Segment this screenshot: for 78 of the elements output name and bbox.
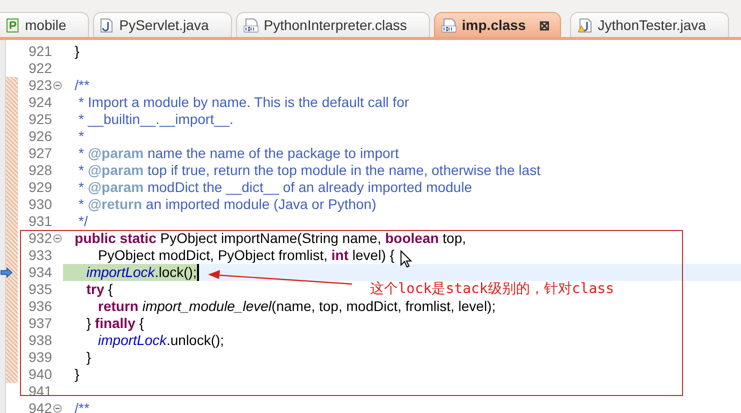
code-text: }: [74, 366, 80, 382]
code-text: * __builtin__.__import__.: [78, 111, 234, 127]
code-text: }: [74, 43, 80, 59]
line-number: 942: [28, 400, 52, 413]
code-text: importLock: [85, 264, 155, 280]
line-number: 930: [28, 196, 52, 213]
line-number: 940: [28, 366, 52, 383]
code-text: /**: [74, 400, 90, 413]
line-number: 926: [28, 128, 52, 145]
annotation-note: 这个lock是stack级别的，针对class: [370, 280, 614, 298]
code-text: public static: [74, 230, 156, 246]
collapse-icon[interactable]: [53, 234, 62, 243]
code-text: importLock: [97, 332, 166, 348]
java-file-icon: [100, 18, 114, 32]
line-number: 934: [28, 264, 52, 281]
code-text: {: [107, 281, 113, 297]
class-file-icon: [242, 18, 259, 32]
line-number: 928: [28, 162, 52, 179]
editor-tab[interactable]: PythonInterpreter.class: [236, 12, 430, 37]
code-text: *: [78, 128, 84, 144]
code-text: @param: [88, 162, 144, 178]
editor-tab[interactable]: imp.class ⊠: [434, 12, 561, 37]
line-number: 933: [28, 247, 52, 264]
mouse-pointer-icon: [400, 250, 412, 268]
line-number: 936: [28, 298, 52, 315]
code-text: .lock();: [154, 264, 197, 280]
line-number: 939: [28, 349, 52, 366]
code-text: .unlock();: [166, 332, 224, 348]
line-number: 923: [28, 77, 52, 94]
editor-tab[interactable]: JythonTester.java: [570, 12, 729, 37]
line-number: 925: [28, 111, 52, 128]
line-number: 929: [28, 179, 52, 196]
code-text: @return: [88, 196, 142, 212]
code-text: *: [78, 179, 86, 195]
collapse-icon[interactable]: [53, 404, 62, 413]
code-text: {: [138, 315, 144, 331]
editor-tab[interactable]: PyServlet.java: [93, 12, 232, 37]
line-number: 922: [28, 60, 52, 77]
code-text: (name, top, modDict, fromlist, level);: [272, 298, 496, 314]
line-number: 932: [28, 230, 52, 247]
java-file-warning-icon: [576, 18, 593, 32]
line-number: 937: [28, 315, 52, 332]
code-text: import_module_level: [142, 298, 272, 314]
code-text: @param: [88, 145, 144, 161]
code-text: int: [331, 247, 349, 263]
code-text: top,: [442, 230, 466, 246]
code-text: }: [85, 315, 92, 331]
code-text: * Import a module by name. This is the default call for: [78, 94, 410, 110]
line-number: 924: [28, 94, 52, 111]
line-number: 927: [28, 145, 52, 162]
code-text: name the name of the package to import: [146, 145, 399, 161]
code-text: return: [97, 298, 140, 314]
code-text: try: [85, 281, 104, 297]
code-text: *: [78, 162, 86, 178]
code-text: finally: [94, 315, 136, 331]
code-text: top if true, return the top module in the name, otherwise the last: [146, 162, 540, 178]
line-number: 931: [28, 213, 52, 230]
code-text: }: [85, 349, 92, 365]
code-text: boolean: [385, 230, 439, 246]
code-text: @param: [88, 179, 144, 195]
line-number: 938: [28, 332, 52, 349]
line-number: 921: [28, 43, 52, 60]
editor-tab[interactable]: mobile: [0, 12, 90, 37]
class-file-icon: [440, 18, 457, 32]
code-text: level) {: [351, 247, 394, 263]
code-text: *: [78, 196, 86, 212]
collapse-icon[interactable]: [53, 81, 62, 90]
code-text: an imported module (Java or Python): [144, 196, 376, 212]
close-icon[interactable]: ⊠: [538, 18, 550, 32]
code-text: */: [78, 213, 88, 229]
code-text: modDict the __dict__ of an already imported module: [146, 179, 472, 195]
project-icon: [6, 18, 20, 32]
debug-arrow-icon: [0, 267, 13, 278]
code-text: *: [78, 145, 86, 161]
code-text: PyObject modDict, PyObject fromlist,: [97, 247, 329, 263]
line-number: 935: [28, 281, 52, 298]
code-text: /**: [74, 77, 90, 93]
code-text: PyObject importName(String name,: [159, 230, 382, 246]
